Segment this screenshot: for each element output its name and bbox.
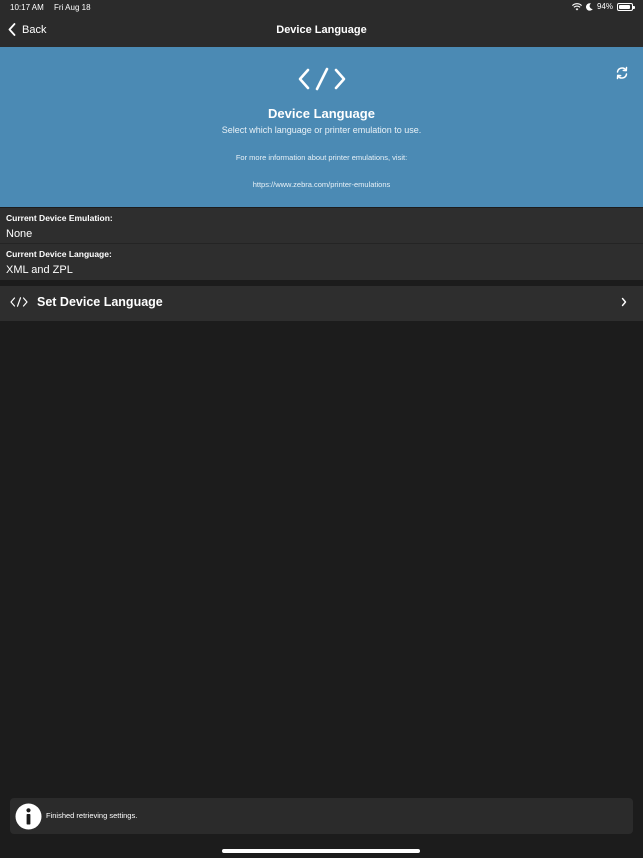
- code-icon: [10, 297, 28, 307]
- emulations-link[interactable]: https://www.zebra.com/printer-emulations: [0, 180, 643, 189]
- toast-message: Finished retrieving settings.: [46, 811, 138, 820]
- set-device-language-button[interactable]: Set Device Language: [0, 286, 643, 321]
- current-emulation-label: Current Device Emulation:: [6, 213, 113, 223]
- status-bar: 10:17 AM Fri Aug 18 94%: [0, 0, 643, 16]
- code-icon: [298, 67, 346, 91]
- status-time: 10:17 AM: [10, 3, 44, 12]
- current-emulation-row: Current Device Emulation: None: [0, 208, 643, 244]
- hero-title: Device Language: [268, 106, 375, 121]
- current-language-label: Current Device Language:: [6, 249, 112, 259]
- current-emulation-value: None: [6, 228, 33, 240]
- hero-banner: Device Language Select which language or…: [0, 47, 643, 207]
- current-language-row: Current Device Language: XML and ZPL: [0, 244, 643, 280]
- battery-level: [619, 4, 631, 9]
- moon-icon: [585, 2, 593, 11]
- battery-percentage: 94%: [596, 2, 613, 11]
- status-left: 10:17 AM Fri Aug 18: [10, 3, 99, 12]
- wifi-icon: [572, 2, 582, 10]
- page-title: Device Language: [276, 24, 367, 36]
- hero-subtitle: Select which language or printer emulati…: [221, 125, 422, 135]
- battery-icon: [617, 2, 635, 11]
- navigation-bar: Back Device Language: [0, 16, 643, 47]
- status-toast: Finished retrieving settings.: [10, 798, 633, 834]
- refresh-icon[interactable]: [615, 66, 629, 80]
- info-icon: [15, 803, 42, 830]
- home-indicator[interactable]: [222, 849, 420, 853]
- status-right: 94%: [572, 2, 635, 11]
- set-device-language-label: Set Device Language: [37, 295, 163, 309]
- hero-info-text: For more information about printer emula…: [235, 153, 408, 162]
- chevron-right-icon: [621, 297, 627, 307]
- current-language-value: XML and ZPL: [6, 264, 73, 276]
- status-date: Fri Aug 18: [54, 3, 91, 12]
